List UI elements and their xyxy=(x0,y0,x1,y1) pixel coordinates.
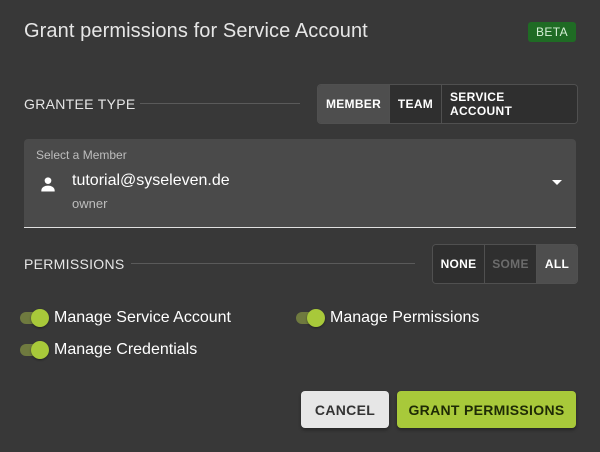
dropdown-arrow-icon[interactable] xyxy=(552,180,562,185)
permissions-divider xyxy=(131,263,415,264)
person-icon xyxy=(41,177,55,192)
toggle-thumb xyxy=(31,309,49,327)
grantee-type-label: GRANTEE TYPE xyxy=(24,96,136,112)
grantee-type-team-button[interactable]: TEAM xyxy=(390,85,442,123)
toggle-track xyxy=(20,309,49,327)
permissions-toggle-group: NONE SOME ALL xyxy=(432,244,578,284)
grantee-type-member-button[interactable]: MEMBER xyxy=(318,85,390,123)
member-role: owner xyxy=(72,196,108,211)
manage-permissions-toggle[interactable]: Manage Permissions xyxy=(296,309,479,327)
member-select-label: Select a Member xyxy=(36,148,127,162)
manage-service-account-label: Manage Service Account xyxy=(54,309,231,326)
toggle-thumb xyxy=(307,309,325,327)
permissions-all-button[interactable]: ALL xyxy=(537,245,577,283)
permissions-some-button: SOME xyxy=(485,245,537,283)
grantee-type-divider xyxy=(140,103,300,104)
grant-permissions-dialog: Grant permissions for Service Account BE… xyxy=(0,0,600,452)
permissions-none-button[interactable]: NONE xyxy=(433,245,485,283)
grantee-type-service-account-button[interactable]: SERVICE ACCOUNT xyxy=(442,85,577,123)
toggle-track xyxy=(296,309,325,327)
manage-credentials-label: Manage Credentials xyxy=(54,341,198,358)
toggle-track xyxy=(20,341,49,359)
manage-service-account-toggle[interactable]: Manage Service Account xyxy=(20,309,231,327)
manage-permissions-label: Manage Permissions xyxy=(330,309,480,326)
permissions-label: PERMISSIONS xyxy=(24,256,125,272)
dialog-title: Grant permissions for Service Account xyxy=(24,20,368,42)
cancel-button[interactable]: CANCEL xyxy=(301,391,389,428)
member-select[interactable]: Select a Member tutorial@syseleven.de ow… xyxy=(24,139,576,228)
grantee-type-toggle-group: MEMBER TEAM SERVICE ACCOUNT xyxy=(317,84,578,124)
manage-credentials-toggle[interactable]: Manage Credentials xyxy=(20,341,197,359)
beta-badge: BETA xyxy=(527,22,576,42)
toggle-thumb xyxy=(31,341,49,359)
grant-permissions-button[interactable]: GRANT PERMISSIONS xyxy=(397,391,576,428)
member-email: tutorial@syseleven.de xyxy=(72,172,230,189)
